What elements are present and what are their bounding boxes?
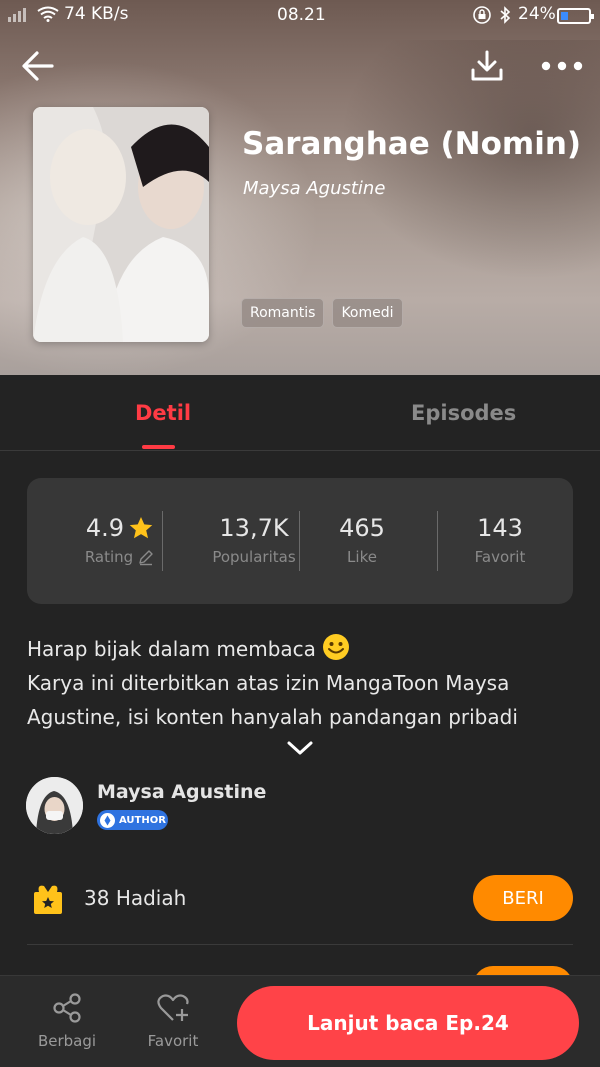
description[interactable]: Harap bijak dalam membaca Karya ini dite… xyxy=(27,632,573,734)
battery-percent: 24% xyxy=(518,4,556,24)
clock: 08.21 xyxy=(277,5,326,25)
tab-episodes[interactable]: Episodes xyxy=(411,401,516,425)
like-value: 465 xyxy=(339,514,385,542)
gift-label: Hadiah xyxy=(115,886,187,910)
author-avatar[interactable] xyxy=(26,777,83,834)
description-line: Agustine, isi konten hanyalah pandangan … xyxy=(27,705,518,729)
stat-like: 465 Like xyxy=(302,514,422,566)
book-header-background: 74 KB/s 08.21 24% Saranghae (Nomin) Mays… xyxy=(0,0,600,375)
battery-icon xyxy=(557,8,594,24)
author-badge-label: AUTHOR xyxy=(119,814,166,826)
emoji-smile-icon xyxy=(323,634,350,660)
section-divider xyxy=(27,944,573,945)
stat-favorite: 143 Favorit xyxy=(440,514,560,566)
popularity-value: 13,7K xyxy=(219,514,289,542)
gift-count: 38 xyxy=(84,886,110,910)
genre-tags: Romantis Komedi xyxy=(241,298,403,328)
download-icon[interactable] xyxy=(469,48,505,84)
favorite-label: Favorit xyxy=(147,1032,199,1050)
rotation-lock-icon xyxy=(473,6,491,24)
like-label: Like xyxy=(347,548,377,566)
favorite-label: Favorit xyxy=(474,548,526,566)
network-speed: 74 KB/s xyxy=(64,4,129,24)
signal-icon xyxy=(8,6,26,22)
book-title: Saranghae (Nomin) xyxy=(242,126,582,162)
author-badge: AUTHOR xyxy=(97,810,168,830)
gift-icon xyxy=(34,885,62,914)
share-icon xyxy=(53,993,81,1023)
bluetooth-icon xyxy=(500,6,511,24)
rating-value: 4.9 xyxy=(85,514,125,542)
author-badge-icon xyxy=(100,812,115,828)
tab-detail[interactable]: Detil xyxy=(135,401,191,425)
author-name[interactable]: Maysa Agustine xyxy=(97,781,266,803)
description-line: Harap bijak dalam membaca xyxy=(27,637,316,661)
give-gift-button[interactable]: BERI xyxy=(473,875,573,921)
popularity-label: Popularitas xyxy=(212,548,296,566)
star-icon xyxy=(129,516,153,539)
stat-separator xyxy=(299,511,300,571)
description-line: Karya ini diterbitkan atas izin MangaToo… xyxy=(27,671,510,695)
edit-icon[interactable] xyxy=(137,548,155,566)
continue-reading-button[interactable]: Lanjut baca Ep.24 xyxy=(237,986,579,1060)
cover-illustration xyxy=(33,107,209,342)
avatar-image xyxy=(26,777,83,834)
status-bar: 74 KB/s 08.21 24% xyxy=(0,0,600,32)
stats-card: 4.9 Rating 13,7K Popularitas 465 Like 14… xyxy=(27,478,573,604)
book-author[interactable]: Maysa Agustine xyxy=(243,178,385,199)
book-cover[interactable] xyxy=(33,107,209,342)
bottom-action-bar: Berbagi Favorit Lanjut baca Ep.24 xyxy=(0,975,600,1067)
stat-separator xyxy=(162,511,163,571)
gift-summary: 38 Hadiah xyxy=(84,886,186,910)
more-icon[interactable] xyxy=(540,58,584,74)
tab-indicator xyxy=(142,445,175,449)
share-button[interactable]: Berbagi xyxy=(27,992,107,1050)
tab-bar: Detil Episodes xyxy=(0,375,600,451)
heart-plus-icon xyxy=(157,994,189,1021)
favorite-value: 143 xyxy=(477,514,523,542)
favorite-button[interactable]: Favorit xyxy=(133,992,213,1050)
chevron-down-icon[interactable] xyxy=(286,738,314,758)
wifi-icon xyxy=(37,6,59,22)
rating-label: Rating xyxy=(84,548,134,566)
back-arrow-icon[interactable] xyxy=(20,48,56,84)
tag-komedi[interactable]: Komedi xyxy=(332,298,403,328)
stat-separator xyxy=(437,511,438,571)
stat-popularity: 13,7K Popularitas xyxy=(194,514,314,566)
share-label: Berbagi xyxy=(37,1032,97,1050)
tag-romantis[interactable]: Romantis xyxy=(241,298,325,328)
